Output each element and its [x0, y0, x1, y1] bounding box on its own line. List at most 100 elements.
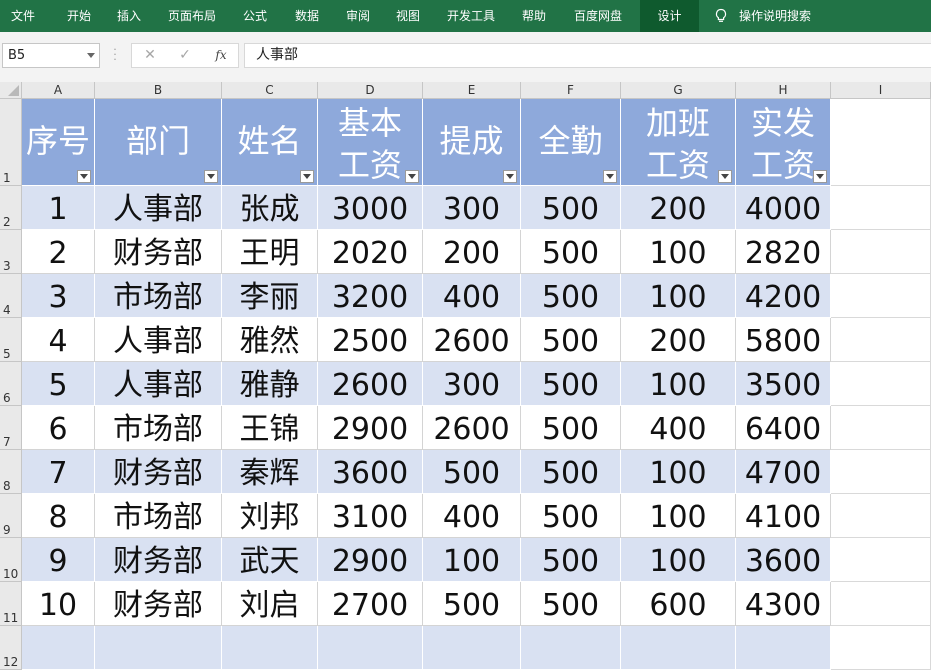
table-cell[interactable]: 500 — [423, 582, 521, 626]
filter-dropdown-icon[interactable] — [77, 170, 91, 183]
table-cell[interactable]: 武天 — [222, 538, 318, 582]
table-header-cell[interactable]: 全勤 — [521, 99, 621, 186]
table-cell[interactable]: 财务部 — [95, 230, 222, 274]
formula-input[interactable]: 人事部 — [244, 43, 931, 68]
table-cell[interactable]: 3 — [22, 274, 95, 318]
table-cell[interactable]: 500 — [423, 450, 521, 494]
table-header-cell[interactable]: 实发 工资 — [736, 99, 831, 186]
table-cell[interactable]: 雅静 — [222, 362, 318, 406]
filter-dropdown-icon[interactable] — [603, 170, 617, 183]
table-cell[interactable]: 2900 — [318, 538, 423, 582]
tab-developer[interactable]: 开发工具 — [439, 0, 503, 32]
more-dots-icon[interactable]: · · · — [113, 44, 117, 65]
table-cell[interactable]: 市场部 — [95, 406, 222, 450]
table-cell[interactable]: 500 — [521, 230, 621, 274]
table-cell-partial[interactable] — [423, 626, 521, 670]
table-cell[interactable]: 500 — [521, 538, 621, 582]
table-cell[interactable]: 市场部 — [95, 274, 222, 318]
row-header-10[interactable]: 10 — [0, 538, 22, 582]
table-cell[interactable]: 7 — [22, 450, 95, 494]
table-cell[interactable]: 9 — [22, 538, 95, 582]
table-cell[interactable]: 500 — [521, 450, 621, 494]
table-cell[interactable]: 2500 — [318, 318, 423, 362]
table-cell[interactable]: 4200 — [736, 274, 831, 318]
table-cell[interactable]: 3000 — [318, 186, 423, 230]
table-cell[interactable]: 财务部 — [95, 538, 222, 582]
tab-insert[interactable]: 插入 — [106, 0, 152, 32]
column-header-b[interactable]: B — [95, 82, 222, 99]
table-cell[interactable]: 4 — [22, 318, 95, 362]
table-cell[interactable]: 100 — [621, 362, 736, 406]
table-cell[interactable]: 500 — [521, 582, 621, 626]
table-cell-partial[interactable] — [95, 626, 222, 670]
tab-help[interactable]: 帮助 — [511, 0, 557, 32]
filter-dropdown-icon[interactable] — [813, 170, 827, 183]
table-cell[interactable]: 500 — [521, 406, 621, 450]
tab-review[interactable]: 审阅 — [335, 0, 381, 32]
table-cell[interactable]: 秦辉 — [222, 450, 318, 494]
table-cell[interactable]: 10 — [22, 582, 95, 626]
table-cell[interactable]: 6 — [22, 406, 95, 450]
name-box[interactable]: B5 — [2, 43, 100, 68]
empty-cell[interactable] — [831, 538, 931, 582]
empty-cell[interactable] — [831, 230, 931, 274]
table-cell[interactable]: 刘启 — [222, 582, 318, 626]
tab-baidu-netdisk[interactable]: 百度网盘 — [565, 0, 631, 32]
table-cell[interactable]: 财务部 — [95, 450, 222, 494]
table-cell[interactable]: 100 — [621, 450, 736, 494]
table-cell[interactable]: 2600 — [318, 362, 423, 406]
table-cell[interactable]: 100 — [621, 230, 736, 274]
table-cell[interactable]: 100 — [621, 538, 736, 582]
row-header-7[interactable]: 7 — [0, 406, 22, 450]
table-cell[interactable]: 6400 — [736, 406, 831, 450]
table-cell[interactable]: 雅然 — [222, 318, 318, 362]
table-header-cell[interactable]: 基本 工资 — [318, 99, 423, 186]
table-cell[interactable]: 2 — [22, 230, 95, 274]
column-header-d[interactable]: D — [318, 82, 423, 99]
tab-formulas[interactable]: 公式 — [232, 0, 278, 32]
table-cell[interactable]: 2820 — [736, 230, 831, 274]
table-cell[interactable]: 500 — [521, 186, 621, 230]
table-cell[interactable]: 500 — [521, 274, 621, 318]
column-header-a[interactable]: A — [22, 82, 95, 99]
tab-data[interactable]: 数据 — [284, 0, 330, 32]
row-header-1[interactable]: 1 — [0, 99, 22, 186]
table-cell[interactable]: 100 — [621, 274, 736, 318]
table-cell[interactable]: 市场部 — [95, 494, 222, 538]
table-cell-partial[interactable] — [621, 626, 736, 670]
row-header-5[interactable]: 5 — [0, 318, 22, 362]
table-cell[interactable]: 人事部 — [95, 318, 222, 362]
table-cell[interactable]: 300 — [423, 362, 521, 406]
empty-cell[interactable] — [831, 362, 931, 406]
tab-view[interactable]: 视图 — [385, 0, 431, 32]
filter-dropdown-icon[interactable] — [718, 170, 732, 183]
table-cell[interactable]: 张成 — [222, 186, 318, 230]
table-cell[interactable]: 2020 — [318, 230, 423, 274]
insert-function-icon[interactable]: fx — [210, 44, 232, 67]
row-header-4[interactable]: 4 — [0, 274, 22, 318]
table-cell[interactable]: 王明 — [222, 230, 318, 274]
empty-cell[interactable] — [831, 99, 931, 186]
empty-cell[interactable] — [831, 582, 931, 626]
table-cell[interactable]: 500 — [521, 318, 621, 362]
table-cell[interactable]: 500 — [521, 362, 621, 406]
table-cell-partial[interactable] — [521, 626, 621, 670]
empty-cell[interactable] — [831, 450, 931, 494]
tab-home[interactable]: 开始 — [56, 0, 102, 32]
row-header-11[interactable]: 11 — [0, 582, 22, 626]
table-cell[interactable]: 3100 — [318, 494, 423, 538]
table-cell[interactable]: 4000 — [736, 186, 831, 230]
table-header-cell[interactable]: 提成 — [423, 99, 521, 186]
table-cell[interactable]: 5800 — [736, 318, 831, 362]
cancel-icon[interactable]: ✕ — [139, 44, 161, 67]
table-cell[interactable]: 3600 — [736, 538, 831, 582]
table-cell[interactable]: 3500 — [736, 362, 831, 406]
table-cell[interactable]: 王锦 — [222, 406, 318, 450]
row-header-6[interactable]: 6 — [0, 362, 22, 406]
column-header-i[interactable]: I — [831, 82, 931, 99]
table-header-cell[interactable]: 部门 — [95, 99, 222, 186]
column-header-f[interactable]: F — [521, 82, 621, 99]
table-cell[interactable]: 200 — [621, 186, 736, 230]
table-cell[interactable]: 200 — [621, 318, 736, 362]
row-header-8[interactable]: 8 — [0, 450, 22, 494]
